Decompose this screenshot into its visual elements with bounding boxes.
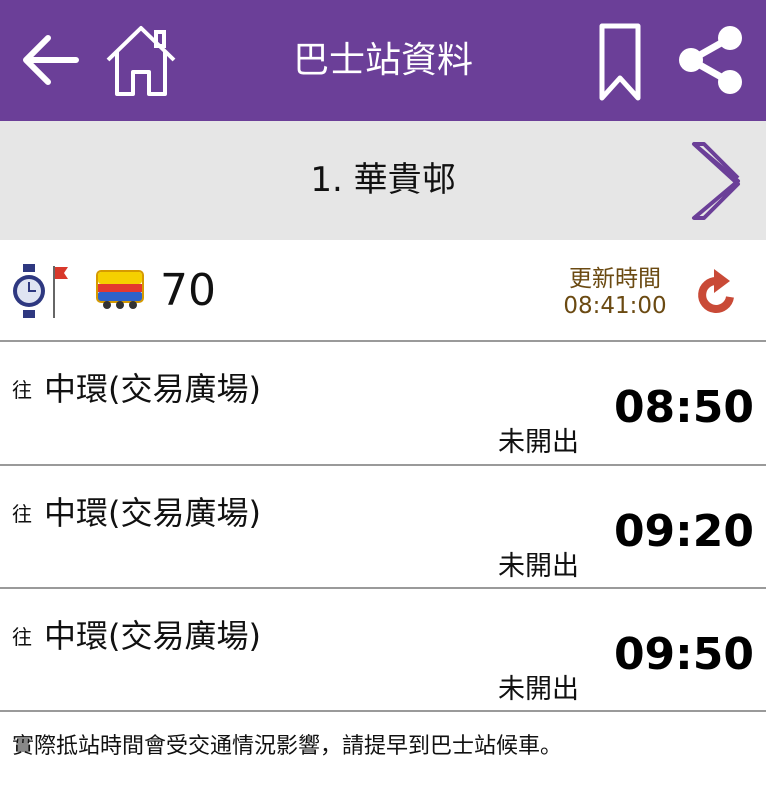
arrival-row[interactable]: 往 中環(交易廣場) 未開出 08:50 (0, 342, 766, 464)
destination: 中環(交易廣場) (44, 370, 261, 408)
refresh-button[interactable] (694, 267, 740, 321)
bookmark-button[interactable] (598, 22, 642, 106)
bookmark-icon (599, 23, 641, 101)
divider (0, 710, 766, 712)
direction-label: 往 (12, 502, 32, 526)
stop-name: 1. 華貴邨 (310, 160, 456, 200)
arrival-row[interactable]: 往 中環(交易廣場) 未開出 09:50 (0, 589, 766, 711)
app-header: 巴士站資料 (0, 0, 766, 121)
direction-label: 往 (12, 378, 32, 402)
departure-status: 未開出 (498, 551, 579, 582)
update-time-label: 更新時間 (569, 266, 661, 292)
route-number: 70 (160, 265, 216, 316)
page-title: 巴士站資料 (292, 40, 473, 81)
destination: 中環(交易廣場) (44, 494, 261, 532)
eta-time: 08:50 (613, 382, 754, 433)
eta-time: 09:50 (613, 629, 754, 680)
stop-bar: 1. 華貴邨 (0, 121, 766, 240)
direction-label: 往 (12, 625, 32, 649)
departure-status: 未開出 (498, 427, 579, 458)
update-time-value: 08:41:00 (563, 293, 667, 319)
eta-time: 09:20 (613, 506, 754, 557)
refresh-icon (698, 269, 734, 313)
arrival-row[interactable]: 往 中環(交易廣場) 未開出 09:20 (0, 466, 766, 588)
footer-note: 實際抵站時間會受交通情況影響，請提早到巴士站候車。 (12, 734, 563, 759)
departure-status: 未開出 (498, 674, 579, 705)
share-icon (679, 26, 742, 94)
watch-flag-icon (12, 264, 72, 322)
share-button[interactable] (676, 24, 746, 100)
bus-icon (96, 270, 144, 314)
next-stop-button[interactable] (688, 140, 744, 226)
chevron-right-icon (692, 142, 740, 220)
destination: 中環(交易廣場) (44, 617, 261, 655)
